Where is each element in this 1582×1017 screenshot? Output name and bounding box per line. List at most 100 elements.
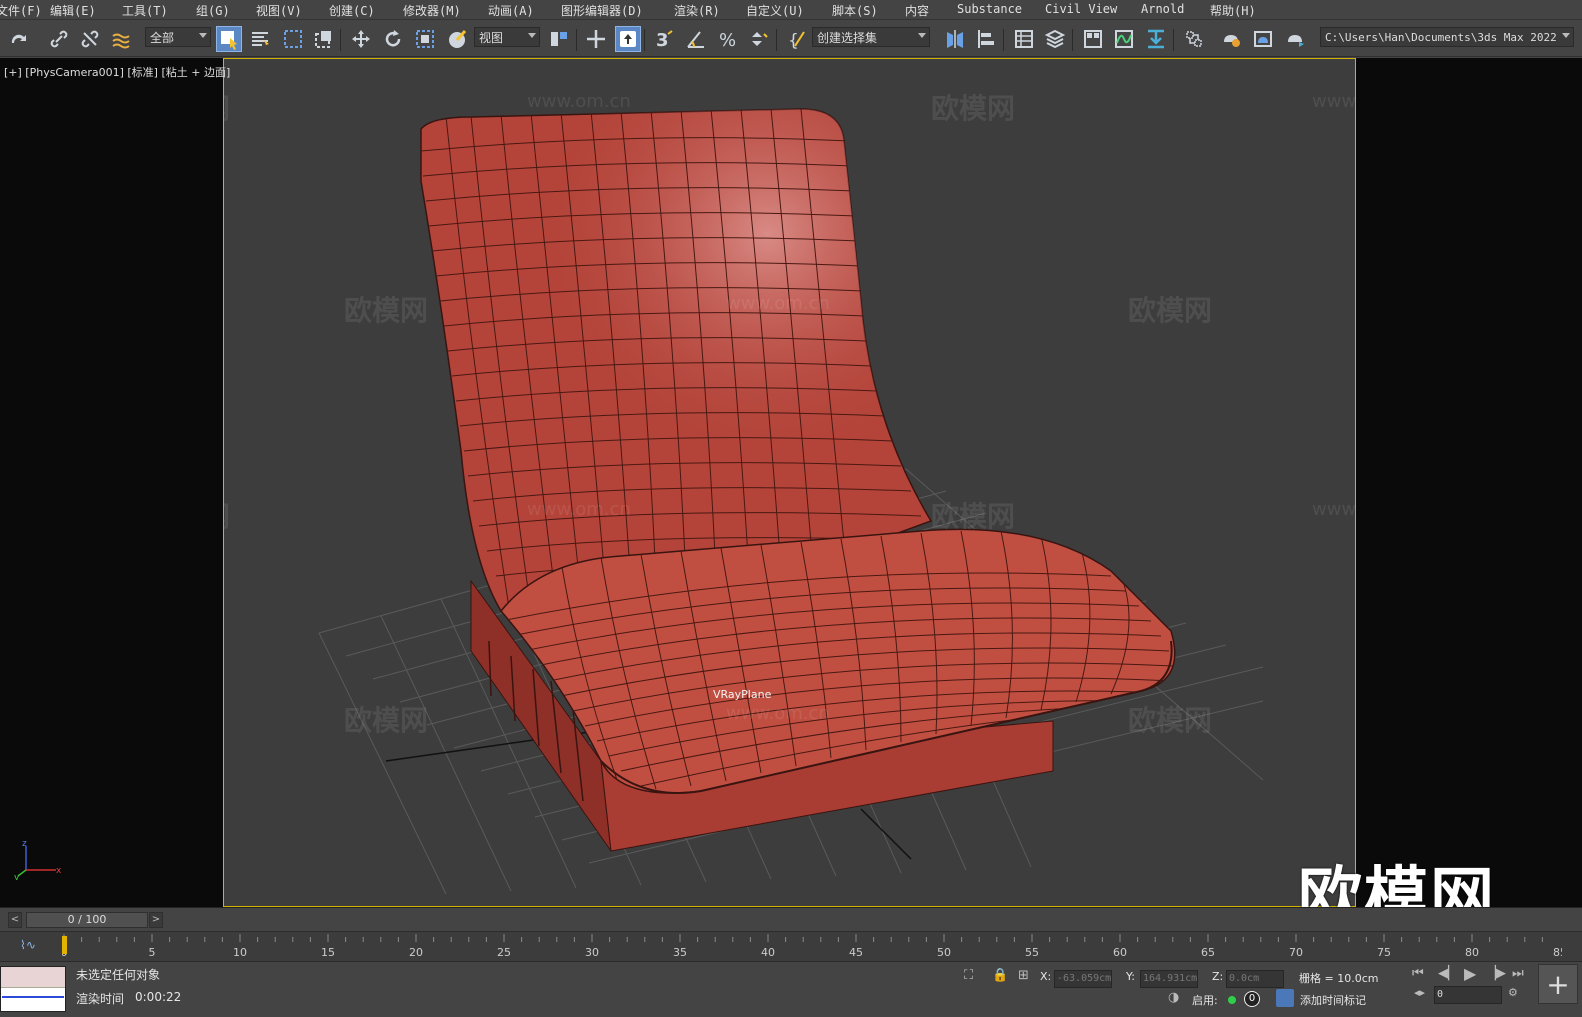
play-icon[interactable]: ▶ (1464, 964, 1476, 983)
menu-content[interactable]: 内容 (905, 2, 929, 19)
time-config-icon[interactable]: ⚙ (1508, 986, 1518, 999)
material-editor-icon[interactable] (1181, 26, 1207, 52)
curve-editor-mini-icon[interactable]: ⌇∿ (20, 938, 36, 952)
menu-edit[interactable]: 编辑(E) (50, 2, 96, 19)
curve-editor-icon[interactable] (1111, 26, 1137, 52)
track-bar[interactable]: ⌇∿ 0510152025303540455055606570758085 (0, 931, 1582, 961)
prev-frame-button[interactable]: < (8, 912, 22, 928)
enable-label: 启用: (1192, 994, 1218, 1007)
render-time-value: 0:00:22 (135, 990, 182, 1004)
z-coord-label: Z: (1212, 970, 1224, 983)
unlink-icon[interactable] (77, 26, 103, 52)
reference-coordinate-dropdown[interactable]: 视图 (474, 27, 540, 47)
absolute-mode-icon[interactable]: ⊞ (1018, 968, 1029, 983)
link-icon[interactable] (46, 26, 72, 52)
pivot-center-icon[interactable] (546, 26, 572, 52)
svg-text:{: { (788, 31, 799, 50)
toggle-ribbon-icon[interactable] (1080, 26, 1106, 52)
project-path-dropdown[interactable]: C:\Users\Han\Documents\3ds Max 2022 (1320, 27, 1574, 47)
menu-file[interactable]: 文件(F) (0, 2, 42, 19)
selection-status: 未选定任何对象 (76, 968, 161, 982)
rectangular-selection-icon[interactable] (280, 26, 306, 52)
menu-tools[interactable]: 工具(T) (122, 2, 168, 19)
align-icon[interactable] (973, 26, 999, 52)
axis-tripod-icon: z x y (14, 840, 62, 880)
previous-key-icon[interactable]: ◀▏ (1438, 966, 1458, 981)
edit-named-selection-icon[interactable]: { (784, 26, 810, 52)
named-selection-set-dropdown[interactable]: 创建选择集 (812, 27, 930, 47)
angle-snap-icon[interactable] (683, 26, 709, 52)
add-time-tag[interactable]: 添加时间标记 (1300, 992, 1366, 1008)
watermark-logo: 欧模网 (344, 704, 429, 737)
spinner-snap-icon[interactable] (746, 26, 772, 52)
timeline-tick-label: 75 (1377, 946, 1391, 959)
status-bar: 未选定任何对象 渲染时间 0:00:22 ⛶ 🔒 ⊞ X: -63.059cm … (0, 961, 1582, 1017)
next-frame-button[interactable]: > (149, 912, 163, 928)
placement-icon[interactable] (444, 26, 470, 52)
schematic-view-icon[interactable] (1143, 26, 1169, 52)
percent-snap-icon[interactable]: % (715, 26, 741, 52)
adaptive-degradation-icon[interactable]: ◑ (1168, 990, 1179, 1005)
menu-arnold[interactable]: Arnold (1141, 2, 1184, 16)
lock-selection-icon[interactable]: 🔒 (992, 968, 1008, 983)
timeline-tick-label: 45 (849, 946, 863, 959)
isolate-selection-icon[interactable]: ⛶ (964, 968, 973, 983)
menu-create[interactable]: 创建(C) (329, 2, 375, 19)
move-icon[interactable] (348, 26, 374, 52)
next-key-icon[interactable]: ▕▶ (1486, 966, 1506, 981)
menu-help[interactable]: 帮助(H) (1210, 2, 1256, 19)
y-coord-label: Y: (1126, 970, 1135, 983)
timeline-tick-label: 30 (585, 946, 599, 959)
rotate-icon[interactable] (380, 26, 406, 52)
menu-modifiers[interactable]: 修改器(M) (403, 2, 461, 19)
time-cursor[interactable] (62, 936, 67, 954)
menu-views[interactable]: 视图(V) (256, 2, 302, 19)
select-object-icon[interactable] (216, 26, 242, 52)
watermark-url: www.om.cn (1312, 91, 1356, 112)
grid-size: 栅格 = 10.0cm (1299, 972, 1379, 985)
render-production-icon[interactable] (1282, 26, 1308, 52)
rendered-frame-window-icon[interactable] (1250, 26, 1276, 52)
axis-z-label: z (22, 840, 27, 849)
keyboard-shortcut-override-icon[interactable] (615, 26, 641, 52)
menu-animation[interactable]: 动画(A) (488, 2, 534, 19)
redo-icon[interactable] (6, 26, 32, 52)
render-time-label: 渲染时间 (76, 992, 125, 1006)
render-setup-icon[interactable] (1218, 26, 1244, 52)
snaps-toggle-icon[interactable]: 3 (651, 26, 677, 52)
watermark-logo: 欧模网 (224, 495, 230, 535)
menu-graph-editors[interactable]: 图形编辑器(D) (561, 2, 643, 19)
perspective-viewport[interactable]: 欧模网 www.om.cn 欧模网 www.om.cn 欧模网 www.om.c… (223, 58, 1356, 907)
go-to-start-icon[interactable]: ⏮ (1412, 966, 1424, 981)
menu-rendering[interactable]: 渲染(R) (674, 2, 720, 19)
key-mode-icon[interactable]: ◂▸ (1414, 986, 1425, 999)
viewport-label-menu[interactable]: [+] [PhysCamera001] [标准] [粘土 + 边面] (4, 64, 230, 80)
toggle-layer-explorer-icon[interactable] (1042, 26, 1068, 52)
time-slider[interactable]: 0 / 100 (26, 912, 148, 928)
watermark-logo: 欧模网 (224, 87, 230, 127)
menu-customize[interactable]: 自定义(U) (746, 2, 804, 19)
toggle-scene-explorer-icon[interactable] (1011, 26, 1037, 52)
select-manipulate-icon[interactable] (583, 26, 609, 52)
z-coord-field[interactable]: 0.0cm (1226, 970, 1284, 988)
menu-substance[interactable]: Substance (957, 2, 1022, 16)
select-by-name-icon[interactable] (247, 26, 273, 52)
time-tag-icon[interactable] (1276, 989, 1294, 1007)
y-coord-field[interactable]: 164.931cm (1140, 970, 1198, 988)
add-viewport-icon[interactable]: + (1538, 964, 1578, 1004)
mirror-icon[interactable] (942, 26, 968, 52)
x-coord-field[interactable]: -63.059cm (1054, 970, 1112, 988)
bind-space-warp-icon[interactable] (108, 26, 134, 52)
window-crossing-icon[interactable] (311, 26, 337, 52)
current-frame-field[interactable]: 0 (1434, 986, 1502, 1004)
svg-text:3: 3 (656, 30, 669, 50)
object-name-label: VRayPlane (713, 688, 772, 701)
go-to-end-icon[interactable]: ⏭ (1512, 966, 1524, 981)
watermark-logo: 欧模网 (1128, 294, 1213, 327)
selection-filter-dropdown[interactable]: 全部 (145, 27, 211, 47)
maxscript-listener[interactable] (0, 966, 66, 1012)
menu-scripting[interactable]: 脚本(S) (832, 2, 878, 19)
menu-civil-view[interactable]: Civil View (1045, 2, 1117, 16)
scale-icon[interactable] (412, 26, 438, 52)
menu-group[interactable]: 组(G) (196, 2, 230, 19)
